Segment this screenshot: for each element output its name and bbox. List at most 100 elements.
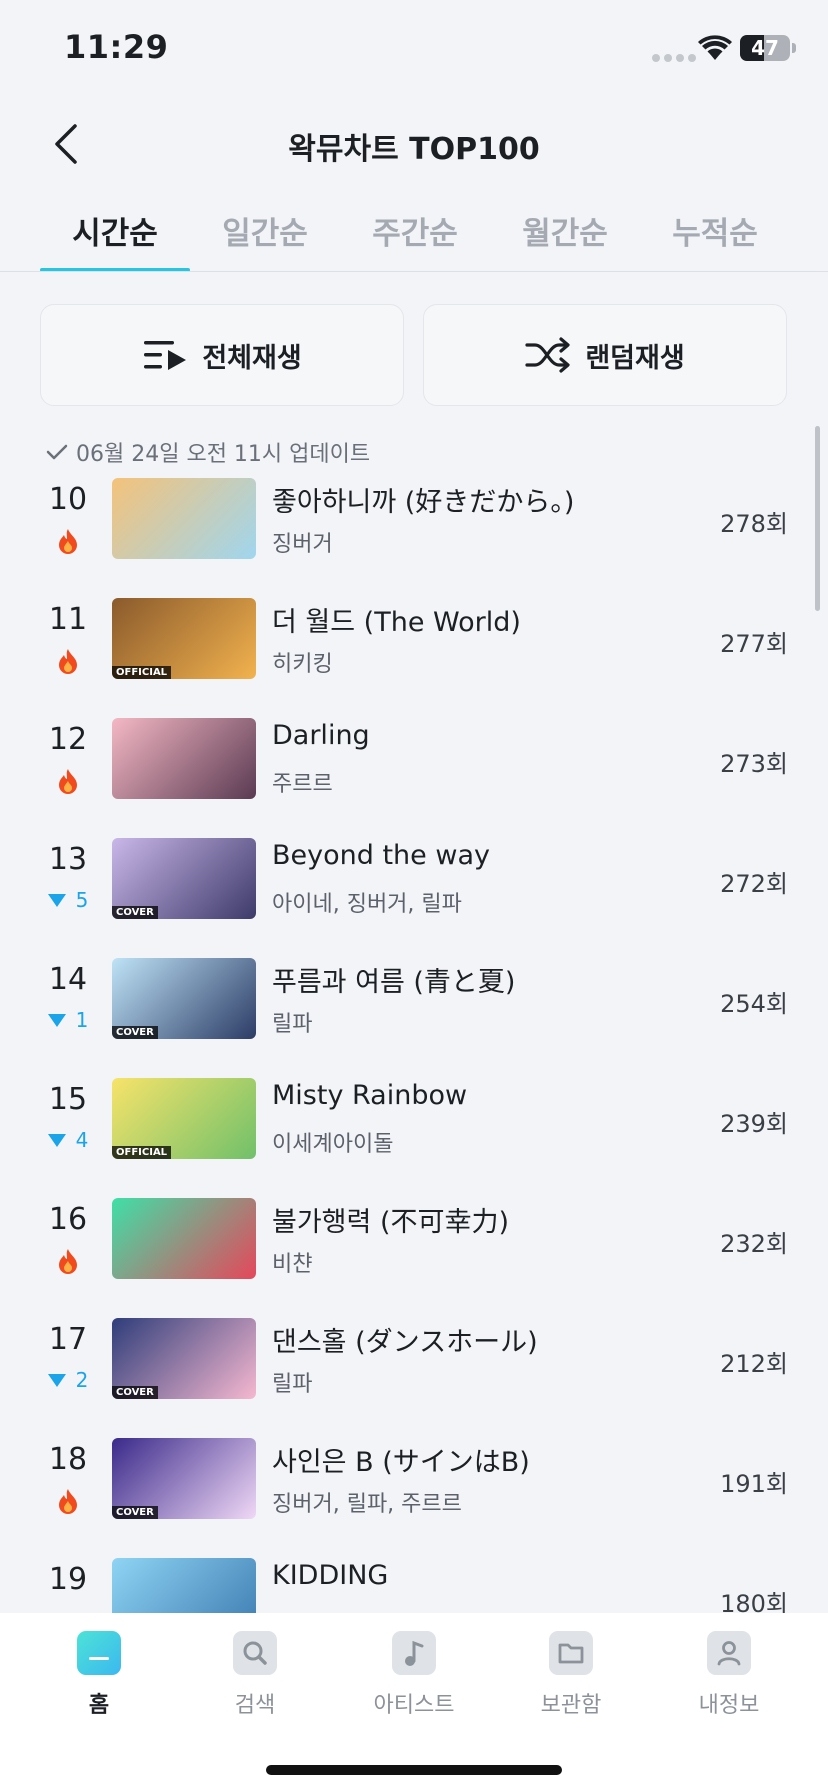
scrollbar[interactable] — [815, 426, 820, 611]
song-thumbnail[interactable]: COVER — [112, 1438, 256, 1519]
folder-icon — [549, 1631, 593, 1675]
thumbnail-badge: COVER — [112, 1506, 158, 1519]
down-arrow-icon — [47, 1373, 66, 1387]
song-thumbnail[interactable]: OFFICIAL — [112, 1078, 256, 1159]
nav-artist-label: 아티스트 — [373, 1693, 455, 1718]
check-icon — [46, 444, 68, 460]
tab-cumulative[interactable]: 누적순 — [640, 196, 790, 272]
song-thumbnail[interactable]: COVER — [112, 958, 256, 1039]
flame-icon — [59, 1249, 77, 1274]
person-icon — [707, 1631, 751, 1675]
play-count: 212회 — [720, 1350, 788, 1378]
hot-indicator — [36, 528, 100, 554]
tabs-divider — [0, 271, 828, 272]
song-artist: 징버거 — [272, 532, 333, 557]
song-title: 불가행력 (不可幸力) — [272, 1207, 510, 1238]
home-indicator — [266, 1765, 562, 1775]
wifi-icon — [698, 35, 732, 60]
chart-row[interactable]: 13 5 COVER Beyond the way 아이네, 징버거, 릴파 272회 — [0, 828, 828, 948]
nav-home[interactable]: 홈 — [44, 1631, 154, 1719]
play-count: 232회 — [720, 1230, 788, 1258]
battery-tip — [792, 43, 796, 53]
nav-profile[interactable]: 내정보 — [674, 1631, 784, 1719]
song-thumbnail[interactable] — [112, 1198, 256, 1279]
search-icon — [233, 1631, 277, 1675]
rank-number: 15 — [48, 1082, 88, 1117]
chart-row[interactable]: 10 좋아하니까 (好きだから。) 징버거 278회 — [0, 468, 828, 588]
play-all-button[interactable]: 전체재생 — [40, 304, 404, 406]
song-artist: 징버거, 릴파, 주르르 — [272, 1492, 462, 1517]
song-title: 댄스홀 (ダンスホール) — [272, 1327, 538, 1358]
nav-home-label: 홈 — [88, 1693, 110, 1718]
thumbnail-badge: OFFICIAL — [112, 666, 172, 679]
hot-indicator — [36, 648, 100, 674]
down-arrow-icon — [47, 1013, 66, 1027]
song-thumbnail[interactable] — [112, 718, 256, 799]
chart-row[interactable]: 11 OFFICIAL 더 월드 (The World) 히키킹 277회 — [0, 588, 828, 708]
thumbnail-badge: OFFICIAL — [112, 1146, 172, 1159]
down-arrow-icon — [47, 1133, 66, 1147]
rank-number: 13 — [48, 842, 88, 877]
chart-row[interactable]: 12 Darling 주르르 273회 — [0, 708, 828, 828]
thumbnail-badge: COVER — [112, 906, 158, 919]
battery-icon: 47 — [740, 35, 790, 61]
song-title: 푸름과 여름 (青と夏) — [272, 967, 516, 998]
tab-daily[interactable]: 일간순 — [190, 196, 340, 272]
song-artist: 릴파 — [272, 1372, 313, 1397]
chart-row[interactable]: 14 1 COVER 푸름과 여름 (青と夏) 릴파 254회 — [0, 948, 828, 1068]
rank-change: 1 — [36, 1008, 100, 1032]
nav-search[interactable]: 검색 — [200, 1631, 310, 1719]
rank-number: 16 — [48, 1202, 88, 1237]
play-count: 191회 — [720, 1470, 788, 1498]
shuffle-play-button[interactable]: 랜덤재생 — [423, 304, 787, 406]
song-title: Beyond the way — [272, 840, 490, 871]
hot-indicator — [36, 768, 100, 794]
song-thumbnail[interactable]: COVER — [112, 838, 256, 919]
nav-artist[interactable]: 아티스트 — [359, 1631, 469, 1719]
rank-number: 11 — [48, 602, 88, 637]
nav-library[interactable]: 보관함 — [516, 1631, 626, 1719]
update-text: 06월 24일 오전 11시 업데이트 — [76, 442, 371, 467]
battery-level: 47 — [751, 36, 779, 60]
song-artist: 비챤 — [272, 1252, 313, 1277]
play-count: 278회 — [720, 510, 788, 538]
rank-change: 5 — [36, 888, 100, 912]
hot-indicator — [36, 1248, 100, 1274]
top-header: 왁뮤차트 TOP100 — [0, 96, 828, 192]
thumbnail-badge: COVER — [112, 1386, 158, 1399]
shuffle-icon — [525, 337, 570, 373]
chart-row[interactable]: 18 COVER 사인은 B (サインはB) 징버거, 릴파, 주르르 191회 — [0, 1428, 828, 1548]
down-arrow-icon — [47, 893, 66, 907]
nav-library-label: 보관함 — [540, 1693, 602, 1718]
song-thumbnail[interactable] — [112, 1558, 256, 1613]
song-title: Misty Rainbow — [272, 1080, 468, 1111]
chart-row[interactable]: 16 불가행력 (不可幸力) 비챤 232회 — [0, 1188, 828, 1308]
song-title: 사인은 B (サインはB) — [272, 1447, 530, 1478]
status-bar: 11:29 47 — [0, 0, 828, 96]
chart-row[interactable]: 15 4 OFFICIAL Misty Rainbow 이세계아이돌 239회 — [0, 1068, 828, 1188]
rank-change-value: 2 — [75, 1368, 89, 1392]
tab-monthly[interactable]: 월간순 — [490, 196, 640, 272]
song-title: 더 월드 (The World) — [272, 607, 521, 638]
tab-hourly[interactable]: 시간순 — [40, 196, 190, 272]
rank-change: 2 — [36, 1368, 100, 1392]
chart-list: 10 좋아하니까 (好きだから。) 징버거 278회 11 OFFICIAL 더 월드 (T… — [0, 468, 828, 1613]
chart-row[interactable]: 17 2 COVER 댄스홀 (ダンスホール) 릴파 212회 — [0, 1308, 828, 1428]
song-thumbnail[interactable]: OFFICIAL — [112, 598, 256, 679]
flame-icon — [59, 769, 77, 794]
page-title: 왁뮤차트 TOP100 — [288, 132, 540, 167]
tab-weekly[interactable]: 주간순 — [340, 196, 490, 272]
nav-search-label: 검색 — [234, 1693, 276, 1718]
song-thumbnail[interactable] — [112, 478, 256, 559]
hot-indicator — [36, 1488, 100, 1514]
song-thumbnail[interactable]: COVER — [112, 1318, 256, 1399]
shuffle-play-label: 랜덤재생 — [585, 342, 685, 374]
play-all-label: 전체재생 — [202, 342, 302, 374]
chart-row[interactable]: 19 KIDDING 180회 — [0, 1548, 828, 1613]
play-count: 239회 — [720, 1110, 788, 1138]
play-count: 273회 — [720, 750, 788, 778]
thumbnail-badge: COVER — [112, 1026, 158, 1039]
rank-number: 14 — [48, 962, 88, 997]
status-time: 11:29 — [64, 28, 169, 66]
cellular-signal-icon — [652, 54, 696, 62]
